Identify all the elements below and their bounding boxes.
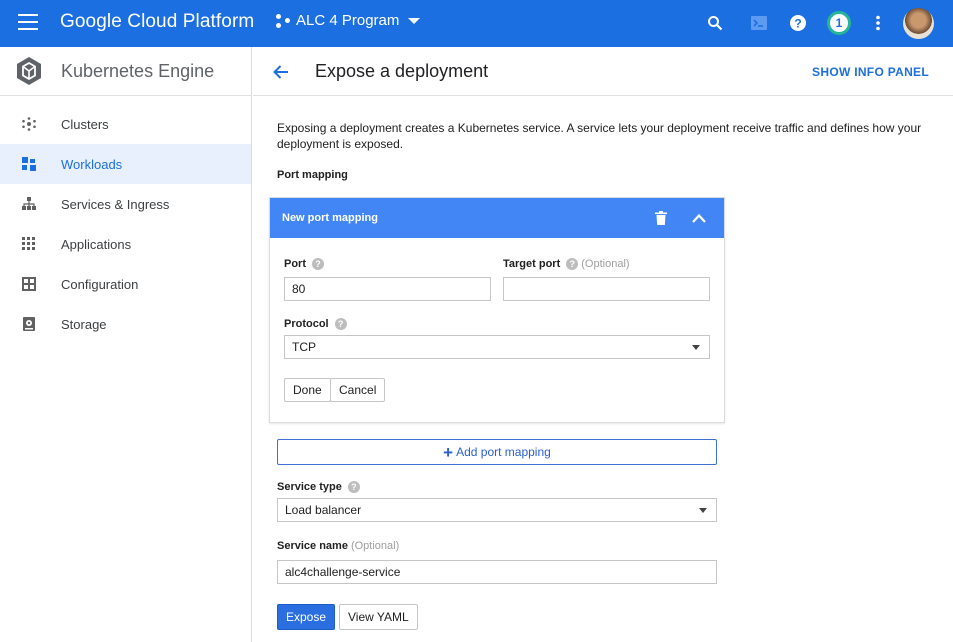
service-type-select[interactable]: Load balancer [277, 498, 717, 522]
sidebar-item-applications[interactable]: Applications [0, 224, 251, 264]
cancel-button[interactable]: Cancel [330, 378, 386, 402]
project-dots-icon [276, 13, 290, 28]
port-input[interactable]: 80 [284, 277, 491, 301]
expose-button[interactable]: Expose [277, 604, 336, 630]
sidebar-item-configuration[interactable]: Configuration [0, 264, 251, 304]
notifications-badge[interactable]: 1 [827, 11, 851, 35]
arrow-back-icon[interactable] [271, 62, 291, 82]
service-type-label: Service type ? [277, 481, 360, 493]
sidebar-item-label: Storage [61, 316, 107, 332]
target-port-label: Target port ? (Optional) [503, 258, 630, 270]
main-content: Expose a deployment SHOW INFO PANEL Expo… [253, 47, 953, 642]
applications-icon [21, 236, 37, 252]
workloads-icon [21, 156, 37, 172]
target-port-optional: (Optional) [581, 258, 630, 270]
delete-icon[interactable] [655, 211, 667, 225]
clusters-icon [21, 116, 37, 132]
protocol-label: Protocol ? [284, 318, 347, 330]
help-circle-icon[interactable]: ? [334, 318, 347, 330]
dropdown-arrow-icon [692, 345, 700, 350]
svg-text:?: ? [794, 17, 801, 31]
cloud-shell-icon[interactable] [748, 12, 770, 34]
sidebar: Kubernetes Engine Clusters Workloads Ser… [0, 47, 252, 642]
sidebar-nav: Clusters Workloads Services & Ingress Ap… [0, 96, 251, 344]
chevron-up-icon[interactable] [691, 211, 707, 225]
sidebar-item-workloads[interactable]: Workloads [0, 144, 251, 184]
dropdown-arrow-icon [699, 508, 707, 513]
chevron-down-icon [408, 17, 421, 24]
protocol-select-value: TCP [292, 340, 316, 354]
add-port-mapping-label: Add port mapping [456, 445, 551, 459]
port-mapping-section-label: Port mapping [277, 169, 348, 181]
project-name: ALC 4 Program [296, 12, 400, 29]
sidebar-title: Kubernetes Engine [61, 60, 215, 81]
sidebar-item-clusters[interactable]: Clusters [0, 104, 251, 144]
sidebar-item-label: Services & Ingress [61, 196, 170, 212]
more-vert-icon[interactable] [867, 12, 889, 34]
target-port-input[interactable] [503, 277, 710, 301]
port-mapping-card-title: New port mapping [282, 212, 378, 224]
show-info-panel-button[interactable]: SHOW INFO PANEL [812, 65, 929, 79]
brand-title[interactable]: Google Cloud Platform [60, 11, 254, 33]
protocol-label-text: Protocol [284, 318, 329, 330]
protocol-select[interactable]: TCP [284, 335, 710, 359]
top-app-bar: Google Cloud Platform ALC 4 Program ? 1 [0, 0, 953, 47]
sidebar-item-label: Configuration [61, 276, 139, 292]
port-mapping-card-header[interactable]: New port mapping [270, 198, 724, 238]
sidebar-item-label: Applications [61, 236, 132, 252]
service-name-label: Service name (Optional) [277, 540, 399, 552]
services-icon [21, 196, 37, 212]
help-icon[interactable]: ? [787, 12, 809, 34]
service-type-select-value: Load balancer [285, 503, 362, 517]
hamburger-menu-icon[interactable] [18, 14, 38, 32]
sidebar-item-label: Clusters [61, 116, 109, 132]
service-name-input[interactable]: alc4challenge-service [277, 560, 717, 584]
help-circle-icon[interactable]: ? [312, 258, 324, 270]
port-label: Port ? [284, 258, 324, 270]
port-label-text: Port [284, 258, 306, 270]
target-port-label-text: Target port [503, 258, 561, 270]
service-name-label-text: Service name [277, 540, 348, 552]
service-name-optional: (Optional) [350, 540, 400, 552]
kubernetes-engine-logo-icon [17, 57, 41, 85]
view-yaml-button[interactable]: View YAML [339, 604, 418, 630]
project-selector[interactable]: ALC 4 Program [276, 12, 421, 29]
page-header: Expose a deployment SHOW INFO PANEL [253, 47, 953, 96]
plus-icon: + [443, 442, 454, 462]
done-button[interactable]: Done [284, 378, 331, 402]
avatar[interactable] [903, 8, 934, 39]
help-circle-icon[interactable]: ? [347, 481, 360, 493]
storage-icon [21, 316, 37, 332]
page-title: Expose a deployment [315, 61, 489, 81]
service-type-label-text: Service type [277, 481, 342, 493]
sidebar-item-services-ingress[interactable]: Services & Ingress [0, 184, 251, 224]
sidebar-item-storage[interactable]: Storage [0, 304, 251, 344]
configuration-icon [21, 276, 37, 292]
sidebar-header: Kubernetes Engine [0, 47, 251, 96]
port-mapping-card: New port mapping Port ? 80 Target port ?… [269, 197, 725, 423]
add-port-mapping-button[interactable]: + Add port mapping [277, 439, 717, 465]
sidebar-item-label: Workloads [61, 156, 123, 172]
page-description: Exposing a deployment creates a Kubernet… [277, 121, 922, 151]
search-icon[interactable] [704, 12, 726, 34]
help-circle-icon[interactable]: ? [566, 258, 579, 270]
